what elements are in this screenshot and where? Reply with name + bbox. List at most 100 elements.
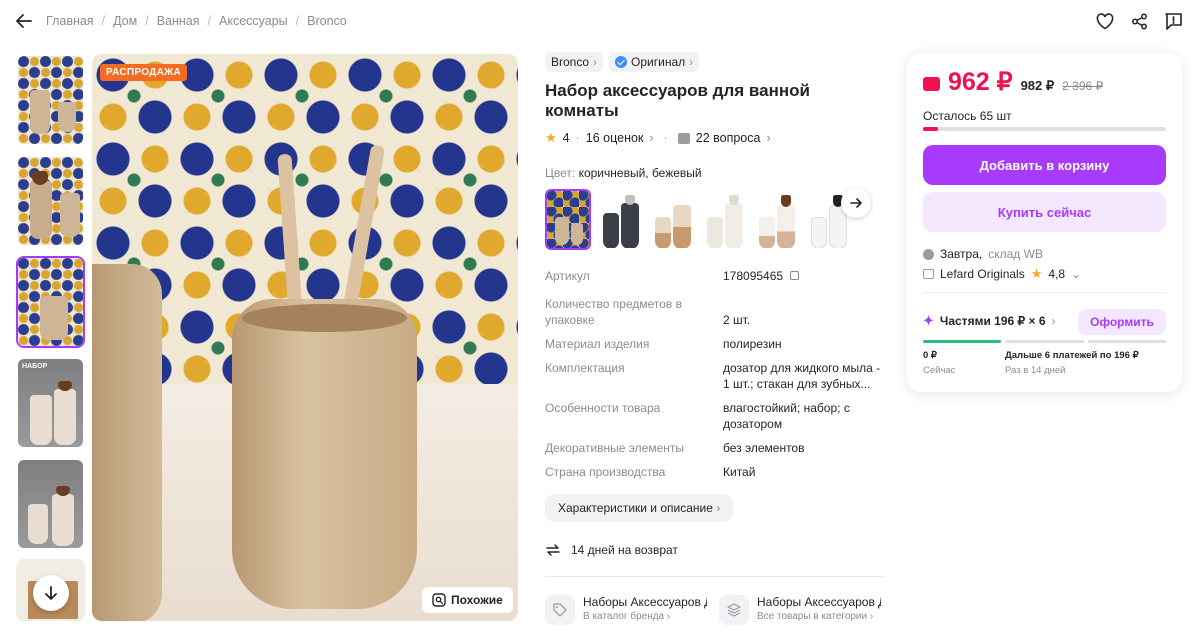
brand-chip[interactable]: Bronco ›: [545, 52, 604, 72]
spec-key: Количество предметов в упаковке: [545, 297, 683, 327]
installments-link[interactable]: ✦ Частями 196 ₽ × 6 ›: [923, 313, 1056, 329]
pay-later: Дальше 6 платежей по 196 ₽ Раз в 14 дней: [1005, 350, 1139, 376]
return-icon: [546, 544, 560, 556]
breadcrumb-item[interactable]: Аксессуары: [219, 14, 288, 28]
delivery-day: Завтра,: [940, 247, 983, 261]
spec-key: Артикул: [545, 269, 590, 283]
question-icon: [677, 132, 690, 144]
price-alt: 982 ₽: [1020, 78, 1055, 93]
spec-value: 2 шт.: [723, 313, 751, 327]
back-arrow-icon[interactable]: [14, 11, 34, 31]
color-swatch[interactable]: [649, 189, 695, 250]
chevron-right-icon: ›: [689, 55, 694, 69]
copy-icon[interactable]: [790, 271, 800, 280]
thumbnail[interactable]: [16, 458, 85, 550]
reviews-link[interactable]: 16 оценок: [586, 131, 644, 145]
brand-label: Bronco: [551, 55, 590, 69]
verified-check-icon: [615, 56, 628, 68]
questions-link[interactable]: 22 вопроса: [696, 131, 761, 145]
spec-row: Материал изделия полирезин: [545, 336, 885, 352]
seller-rating: 4,8: [1048, 267, 1066, 281]
stock-bar-fill: [923, 127, 938, 131]
spec-key: Страна производства: [545, 465, 666, 479]
spec-key: Декоративные элементы: [545, 441, 684, 455]
product-info: Bronco › Оригинал › Набор аксессуаров для …: [545, 52, 885, 625]
thumbnail-strip: НАБОР: [16, 54, 85, 630]
original-label: Оригинал: [631, 55, 686, 69]
buy-box: 962 ₽ 982 ₽ 2 396 ₽ Осталось 65 шт Добав…: [907, 53, 1182, 392]
spec-value: 178095465: [723, 268, 883, 284]
spec-value: влагостойкий; набор; с дозатором: [723, 401, 850, 431]
thumbnail[interactable]: [16, 54, 85, 146]
specs-table: Артикул 178095465 Количество предметов в…: [545, 268, 885, 480]
color-swatch[interactable]: [597, 189, 643, 250]
sale-badge: РАСПРОДАЖА: [100, 64, 187, 81]
layers-icon: [719, 595, 749, 625]
order-button[interactable]: Оформить: [1078, 309, 1166, 335]
installments-text: Частями 196 ₽ × 6: [939, 314, 1046, 328]
price: 962 ₽: [948, 68, 1013, 96]
category-link-title: Наборы Аксессуаров Д: [757, 595, 881, 609]
delivery-place: склад WB: [988, 247, 1043, 261]
breadcrumb-item[interactable]: Дом: [113, 14, 137, 28]
installments-icon: ✦: [923, 313, 934, 328]
color-swatches: [545, 189, 885, 250]
heart-icon[interactable]: [1094, 10, 1116, 32]
main-product-image[interactable]: [92, 54, 518, 621]
top-actions: [1094, 10, 1184, 32]
spec-row: Артикул 178095465: [545, 268, 885, 284]
add-to-cart-button[interactable]: Добавить в корзину: [923, 145, 1166, 185]
product-title: Набор аксессуаров для ванной комнаты: [545, 81, 810, 120]
thumbnail-active[interactable]: [16, 256, 85, 348]
spec-row: Страна производства Китай: [545, 464, 885, 480]
rating-row: ★ 4 · 16 оценок › · 22 вопроса ›: [545, 130, 771, 145]
spec-key: Особенности товара: [545, 401, 661, 415]
color-label: Цвет: коричневый, бежевый: [545, 166, 702, 180]
report-icon[interactable]: [1162, 10, 1184, 32]
thumbnail[interactable]: НАБОР: [16, 357, 85, 449]
color-swatch[interactable]: [701, 189, 747, 250]
star-icon: ★: [545, 130, 557, 145]
breadcrumb-item[interactable]: Главная: [46, 14, 94, 28]
spec-row: Декоративные элементы без элементов: [545, 440, 885, 456]
spec-value: Китай: [723, 465, 756, 479]
breadcrumb-item[interactable]: Bronco: [307, 14, 347, 28]
chevron-right-icon: ›: [593, 55, 598, 69]
spec-key: Материал изделия: [545, 337, 650, 351]
old-price: 2 396 ₽: [1062, 79, 1104, 93]
store-icon: [923, 269, 934, 279]
brand-link-sub: В каталог бренда: [583, 611, 665, 622]
seller-link[interactable]: Lefard Originals ★ 4,8 ⌄: [923, 266, 1081, 282]
color-value: коричневый, бежевый: [578, 166, 702, 180]
category-link[interactable]: Наборы Аксессуаров Д Все товары в категор…: [719, 595, 881, 625]
brand-link-title: Наборы Аксессуаров Д: [583, 595, 707, 609]
arrow-right-icon[interactable]: [841, 188, 871, 218]
buy-now-button[interactable]: Купить сейчас: [923, 192, 1166, 232]
delivery-icon: [923, 248, 934, 260]
spec-key: Комплектация: [545, 361, 625, 375]
color-swatch[interactable]: [753, 189, 799, 250]
seller-name: Lefard Originals: [940, 267, 1025, 281]
thumbnail[interactable]: [16, 155, 85, 247]
original-chip[interactable]: Оригинал ›: [609, 52, 700, 72]
details-button[interactable]: Характеристики и описание ›: [545, 494, 734, 522]
brand-catalog-link[interactable]: Наборы Аксессуаров ДВ каталог бренда ›: [545, 595, 707, 625]
search-similar-icon: [432, 593, 446, 607]
arrow-down-icon[interactable]: [33, 575, 69, 611]
tag-icon: [545, 595, 575, 625]
breadcrumb-item[interactable]: Ванная: [157, 14, 200, 28]
brand-links: Наборы Аксессуаров ДВ каталог бренда › Н…: [545, 595, 885, 625]
share-icon[interactable]: [1128, 10, 1150, 32]
similar-button[interactable]: Похожие: [422, 587, 513, 613]
spec-value: полирезин: [723, 337, 782, 351]
delivery-info: Завтра, склад WB: [923, 247, 1043, 261]
top-bar: Главная / Дом / Ванная / Аксессуары / Bronco: [0, 0, 1200, 44]
spec-value: дозатор для жидкого мыла - 1 шт.; стакан…: [723, 361, 881, 391]
star-icon: ★: [1030, 266, 1043, 281]
stock-text: Осталось 65 шт: [923, 109, 1012, 123]
spec-value: без элементов: [723, 441, 805, 455]
breadcrumb: Главная / Дом / Ванная / Аксессуары / Bronco: [46, 14, 347, 28]
spec-row: Особенности товара влагостойкий; набор; …: [545, 400, 885, 432]
price-row: 962 ₽ 982 ₽ 2 396 ₽: [923, 67, 1103, 97]
color-swatch[interactable]: [545, 189, 591, 250]
